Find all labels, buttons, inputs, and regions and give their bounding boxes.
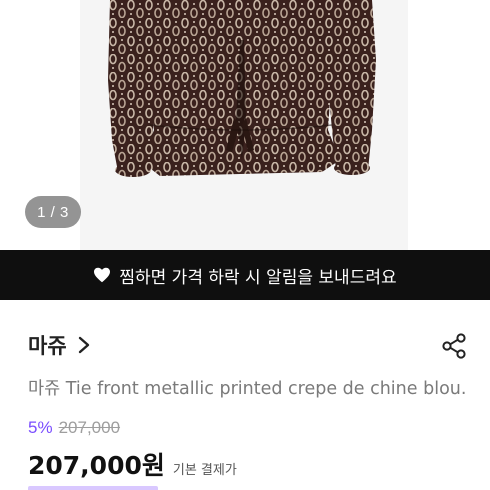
sale-price: 207,000원	[28, 451, 165, 480]
seller-row: 마쥬	[28, 330, 468, 360]
next-section-peek	[28, 486, 158, 490]
share-icon[interactable]	[440, 332, 468, 360]
discount-rate: 5%	[28, 418, 53, 437]
image-counter: 1 / 3	[25, 196, 81, 228]
product-image-carousel[interactable]: 1 / 3	[0, 0, 490, 250]
wishlist-banner-text: 찜하면 가격 하락 시 알림을 보내드려요	[119, 267, 397, 288]
seller-name-link[interactable]: 마쥬	[28, 330, 67, 360]
price-row: 207,000원 기본 결제가	[28, 446, 237, 482]
chevron-right-icon[interactable]	[77, 336, 91, 354]
product-title: 마쥬 Tie front metallic printed crepe de c…	[28, 379, 468, 399]
heart-icon	[94, 267, 111, 283]
original-price: 207,000	[58, 418, 121, 437]
discount-row: 5% 207,000	[28, 418, 120, 438]
wishlist-price-alert-banner[interactable]: 찜하면 가격 하락 시 알림을 보내드려요	[0, 250, 490, 300]
price-caption: 기본 결제가	[172, 463, 237, 478]
